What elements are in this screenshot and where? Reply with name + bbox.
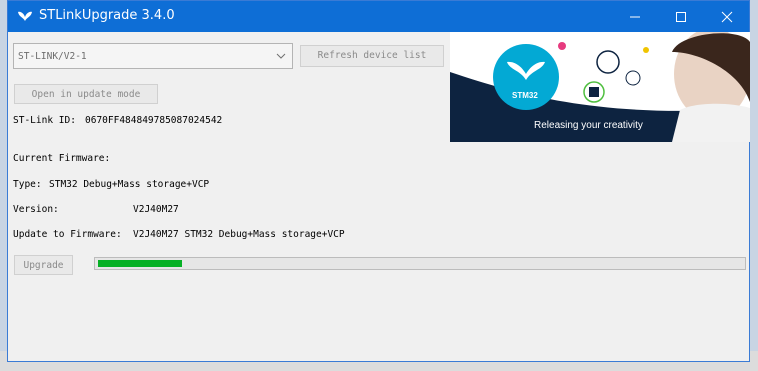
st-banner: STM32 Releasing your creativity (450, 32, 750, 142)
title-bar[interactable]: STLinkUpgrade 3.4.0 (8, 1, 749, 32)
st-butterfly-icon (17, 8, 33, 24)
upgrade-progress-bar (94, 257, 746, 270)
version-value: V2J40M27 (133, 204, 179, 215)
stm32-logo-text: STM32 (512, 91, 538, 100)
upgrade-button[interactable]: Upgrade (14, 255, 73, 275)
refresh-device-list-button[interactable]: Refresh device list (300, 45, 444, 67)
chevron-down-icon (276, 53, 286, 59)
close-button[interactable] (704, 1, 750, 32)
type-label: Type: (13, 179, 42, 190)
maximize-icon (676, 12, 686, 22)
st-link-id-value: 0670FF484849785087024542 (85, 115, 223, 126)
app-window: STLinkUpgrade 3.4.0 ST-LINK/V2-1 Refresh… (7, 0, 750, 362)
banner-tagline: Releasing your creativity (534, 120, 643, 131)
maximize-button[interactable] (658, 1, 704, 32)
progress-fill (98, 260, 182, 267)
update-to-firmware-value: V2J40M27 STM32 Debug+Mass storage+VCP (133, 229, 345, 240)
current-firmware-label: Current Firmware: (13, 153, 111, 164)
close-icon (721, 11, 733, 23)
st-link-id-label: ST-Link ID: (13, 115, 76, 126)
type-value: STM32 Debug+Mass storage+VCP (49, 179, 210, 190)
device-select-value: ST-LINK/V2-1 (18, 51, 87, 62)
minimize-icon (630, 16, 640, 18)
update-to-firmware-label: Update to Firmware: (13, 229, 122, 240)
open-update-mode-button[interactable]: Open in update mode (14, 84, 158, 104)
device-select[interactable]: ST-LINK/V2-1 (13, 43, 293, 69)
minimize-button[interactable] (612, 1, 658, 32)
banner-artwork: STM32 Releasing your creativity (450, 32, 750, 142)
window-title: STLinkUpgrade 3.4.0 (39, 8, 175, 23)
version-label: Version: (13, 204, 59, 215)
